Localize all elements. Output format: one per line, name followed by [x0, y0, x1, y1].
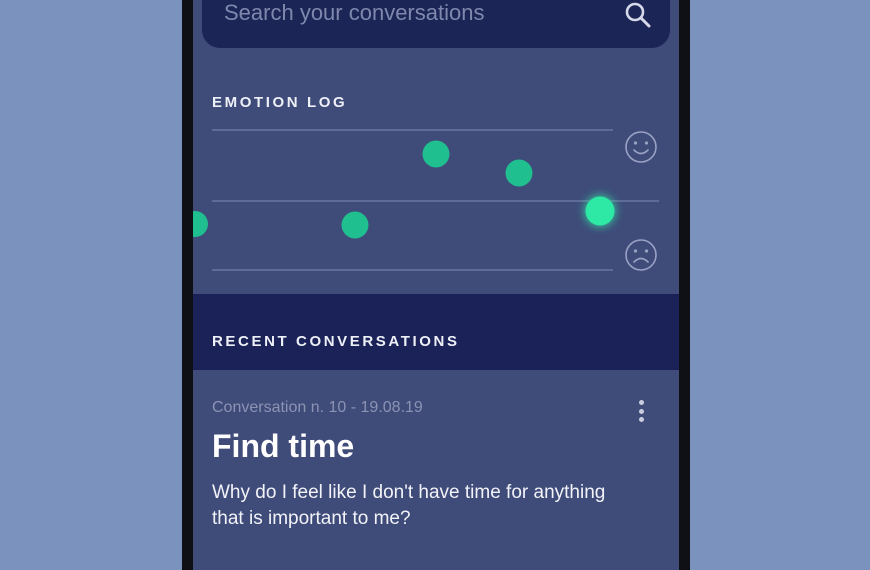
- recent-conversations-title: RECENT CONVERSATIONS: [212, 333, 460, 350]
- emotion-chart: [193, 129, 659, 271]
- emotion-point[interactable]: [505, 159, 533, 187]
- emotion-point[interactable]: [341, 211, 369, 239]
- conversation-title: Find time: [212, 428, 355, 464]
- conversation-card[interactable]: Conversation n. 10 - 19.08.19 Find time …: [193, 370, 679, 570]
- conversation-meta: Conversation n. 10 - 19.08.19: [212, 399, 423, 416]
- phone-frame: Search your conversations EMOTION LOG RE…: [182, 0, 690, 570]
- emotion-log-title: EMOTION LOG: [212, 94, 348, 111]
- app-screen: Search your conversations EMOTION LOG RE…: [193, 0, 679, 570]
- emotion-log-section: EMOTION LOG: [193, 0, 679, 294]
- conversation-preview: Why do I feel like I don't have time for…: [212, 482, 606, 529]
- emotion-point-selected[interactable]: [585, 196, 615, 226]
- sad-face-icon: [625, 239, 657, 271]
- recent-conversations-header: RECENT CONVERSATIONS: [193, 294, 679, 370]
- emotion-point[interactable]: [422, 140, 450, 168]
- smiley-face-icon: [625, 131, 657, 163]
- more-vertical-icon[interactable]: [633, 400, 649, 424]
- emotion-point[interactable]: [193, 211, 208, 237]
